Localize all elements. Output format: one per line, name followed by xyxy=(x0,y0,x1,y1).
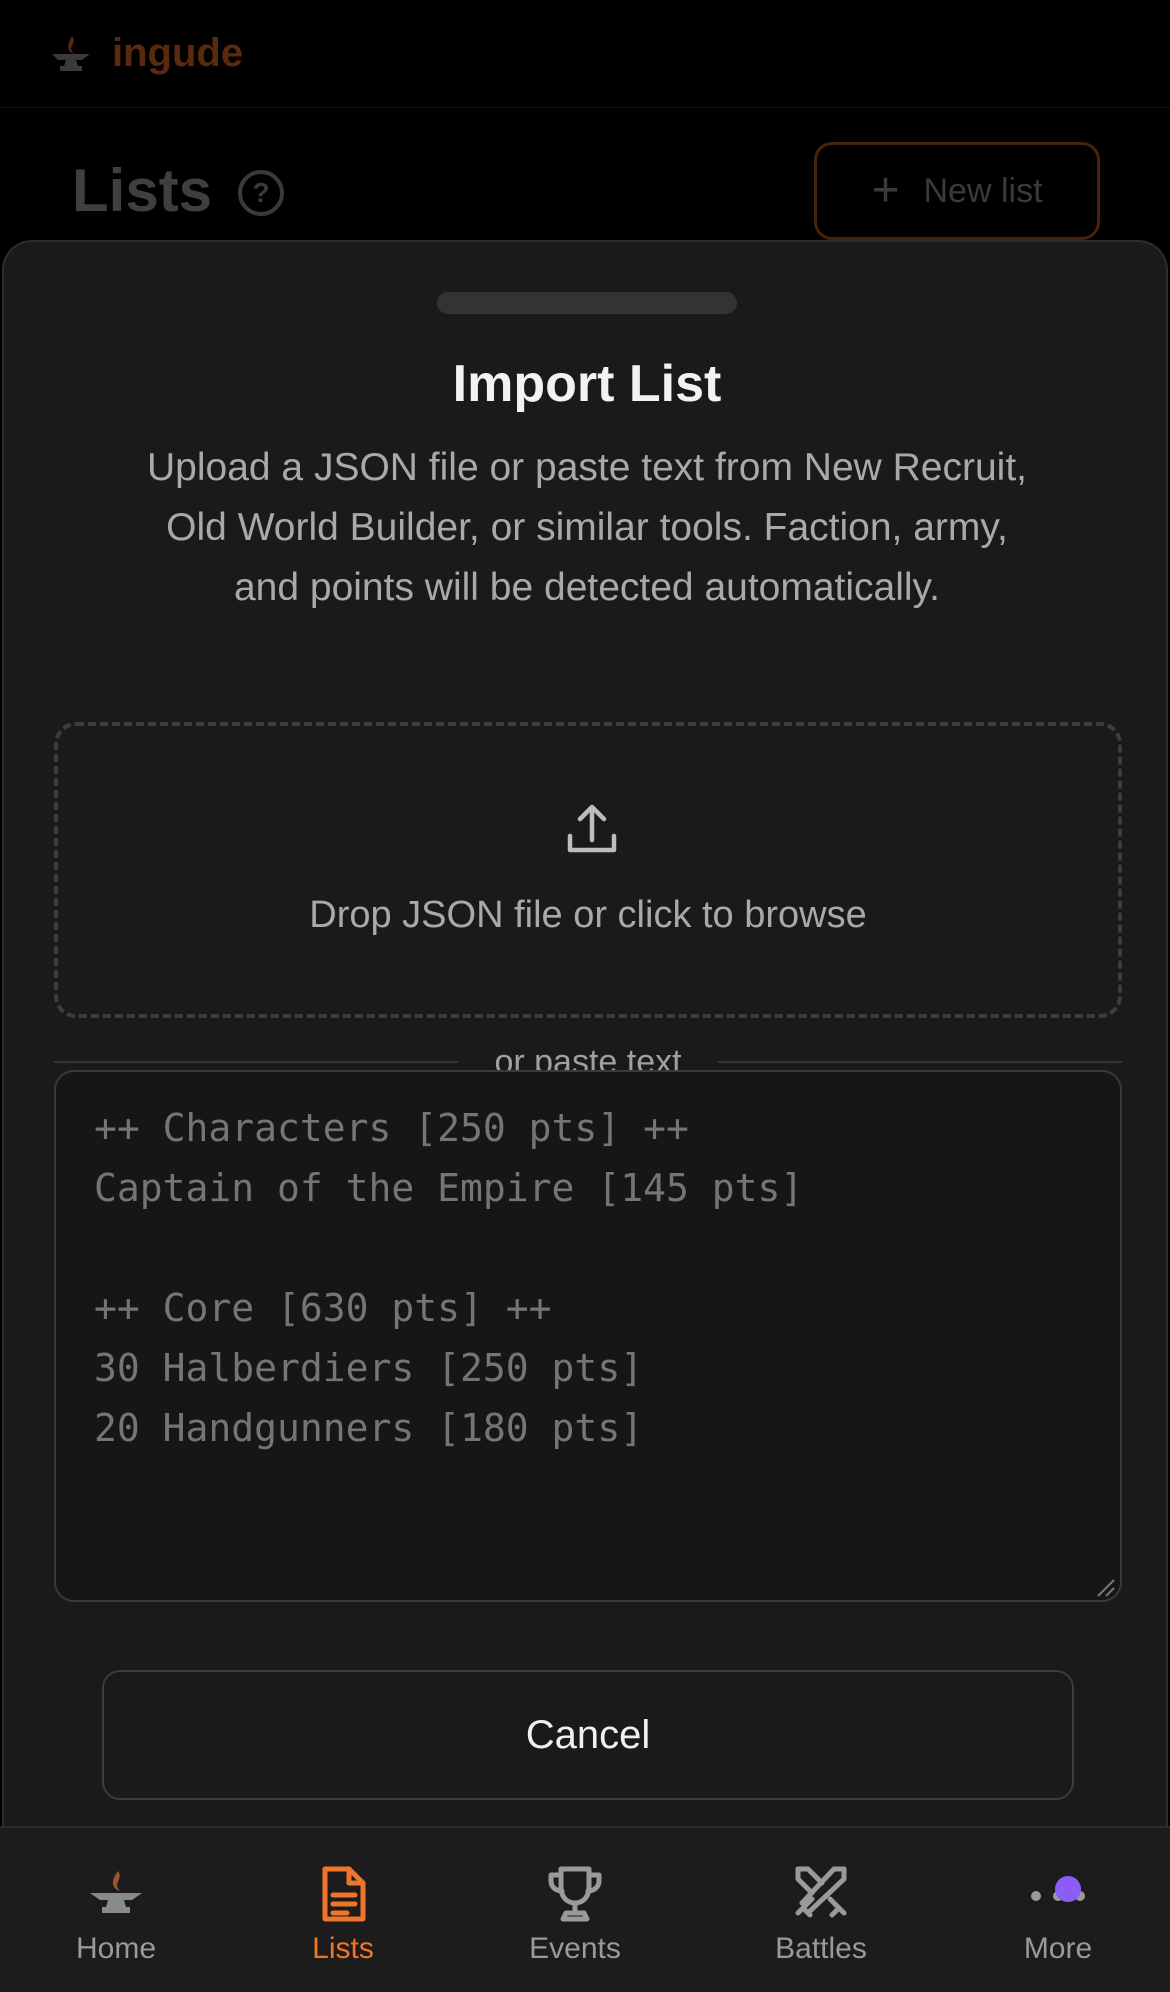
import-list-sheet: Import List Upload a JSON file or paste … xyxy=(2,240,1168,1940)
sheet-drag-handle[interactable] xyxy=(437,292,737,314)
notification-badge xyxy=(1055,1876,1081,1902)
paste-text-input[interactable] xyxy=(54,1070,1122,1602)
tab-lists[interactable]: Lists xyxy=(233,1828,453,1992)
anvil-flame-icon xyxy=(52,35,90,71)
tab-label-lists: Lists xyxy=(312,1932,374,1965)
tab-label-events: Events xyxy=(529,1932,621,1965)
tab-more[interactable]: More xyxy=(948,1828,1168,1992)
anvil-icon xyxy=(90,1871,142,1913)
tab-label-battles: Battles xyxy=(775,1932,867,1965)
plus-icon: + xyxy=(871,164,900,217)
sheet-description: Upload a JSON file or paste text from Ne… xyxy=(147,446,1027,609)
dropzone-label: Drop JSON file or click to browse xyxy=(309,894,867,936)
crossed-swords-icon xyxy=(795,1866,847,1918)
new-list-button[interactable]: + New list xyxy=(814,142,1100,240)
top-bar: ingude xyxy=(0,0,1170,108)
question-circle-icon[interactable]: ? xyxy=(238,170,284,216)
file-dropzone[interactable]: Drop JSON file or click to browse xyxy=(54,722,1122,1018)
divider-line-right xyxy=(717,1061,1123,1063)
cancel-button[interactable]: Cancel xyxy=(102,1670,1074,1800)
bottom-tab-bar: Home Lists Events Battles More xyxy=(0,1826,1170,1992)
page-title: Lists xyxy=(72,157,213,224)
document-icon xyxy=(322,1866,366,1922)
sheet-title: Import List xyxy=(452,355,722,413)
resize-handle-icon[interactable] xyxy=(1094,1576,1116,1598)
tab-home[interactable]: Home xyxy=(6,1828,226,1992)
divider-line-left xyxy=(54,1061,459,1063)
brand-name[interactable]: ingude xyxy=(112,31,243,76)
tab-events[interactable]: Events xyxy=(465,1828,685,1992)
trophy-icon xyxy=(548,1866,602,1922)
tab-label-more: More xyxy=(1023,1932,1093,1965)
tab-battles[interactable]: Battles xyxy=(711,1828,931,1992)
tab-label-home: Home xyxy=(75,1932,157,1965)
new-list-label: New list xyxy=(923,171,1043,210)
upload-icon xyxy=(567,804,617,853)
app-screen: ingude Lists ? + New list Import List Up… xyxy=(0,0,1170,1992)
